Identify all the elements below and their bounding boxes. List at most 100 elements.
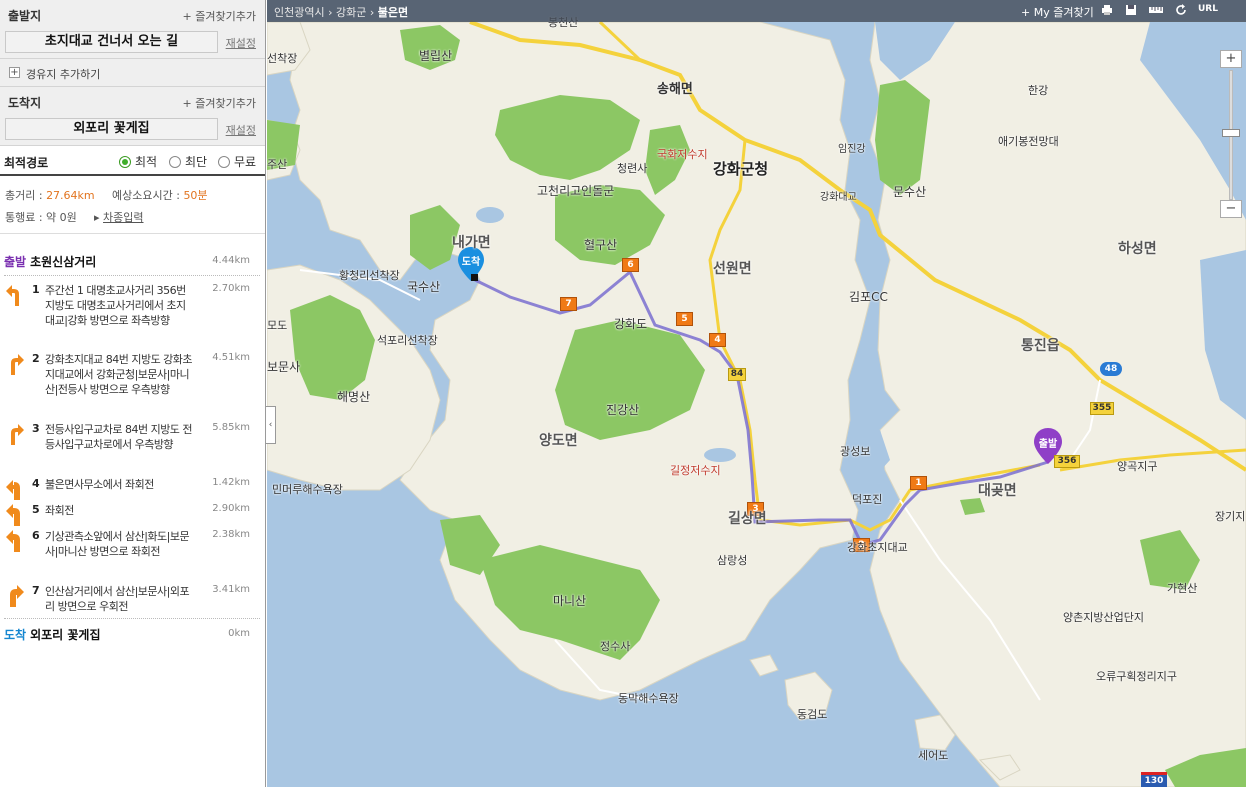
breadcrumb: 인천광역시 › 강화군 › 불은면 — [274, 6, 409, 19]
options-title: 최적경로 — [4, 156, 49, 170]
keep-left-icon — [6, 285, 19, 306]
step-text: 기상관측소앞에서 삼산|화도|보문사|마니산 방면으로 좌회전 — [45, 530, 190, 558]
place-label-jingangsan: 진강산 — [606, 403, 640, 417]
place-label-gukhwa: 국화저수지 — [657, 148, 708, 161]
car-type-link[interactable]: ▸ 차종입력 — [94, 209, 144, 225]
save-icon[interactable] — [1125, 4, 1137, 18]
place-label-gahyeon: 가현산 — [1167, 582, 1198, 595]
start-km: 4.44km — [212, 255, 250, 266]
place-label-munsusan: 문수산 — [893, 185, 927, 199]
zoom-out-button[interactable]: − — [1220, 200, 1242, 218]
route-step-flag[interactable]: 6 — [622, 258, 639, 272]
road-shield-130: 130 — [1141, 772, 1167, 787]
step-km: 5.85km — [212, 422, 250, 433]
turn-left-icon — [6, 530, 20, 552]
url-icon[interactable]: URL — [1198, 4, 1218, 18]
option-optimal-label: 최적 — [135, 155, 158, 169]
step-number: 5 — [32, 503, 40, 516]
place-label-yanggok: 양곡지구 — [1117, 460, 1158, 473]
step-text: 인산삼거리에서 삼산|보문사|외포리 방면으로 우회전 — [45, 585, 190, 613]
route-step-flag[interactable]: 1 — [910, 476, 927, 490]
place-label-goindol: 고천리고인돌군 — [537, 184, 615, 198]
zoom-slider[interactable] — [1222, 129, 1240, 137]
crumb-gun[interactable]: 강화군 — [336, 6, 366, 19]
place-label-janggi: 장기지 — [1215, 510, 1246, 523]
end-reset-link[interactable]: 재설정 — [226, 122, 256, 138]
crumb-current[interactable]: 불은면 — [378, 6, 408, 19]
plus-icon[interactable]: + — [9, 67, 20, 78]
place-label-gilsangjeo: 길정저수지 — [670, 464, 721, 477]
my-favorites-button[interactable]: + My 즐겨찾기 — [1021, 4, 1094, 20]
map-canvas[interactable]: 1234567 도착 출발 84 355 356 48 130 봉천산 별립산 선착… — [267, 0, 1246, 787]
toll-info: 통행료 : 약 0원 — [5, 211, 77, 224]
print-icon[interactable] — [1101, 4, 1113, 18]
distance-info: 총거리 : 27.64km — [5, 187, 95, 203]
place-label-hangang: 한강 — [1028, 84, 1049, 97]
place-label-cheongryeonsa: 청련사 — [617, 162, 648, 175]
end-section: 도착지 + 즐겨찾기추가 외포리 꽃게집 재설정 — [0, 87, 265, 146]
end-marker-label: 도착 — [461, 257, 481, 268]
route-panel: 출발지 + 즐겨찾기추가 초지대교 건너서 오는 길 재설정 + 경유지 추가하… — [0, 0, 266, 787]
end-fav-button[interactable]: + 즐겨찾기추가 — [183, 95, 256, 111]
place-label-dongmak: 동막해수욕장 — [618, 692, 679, 705]
refresh-icon[interactable] — [1175, 4, 1187, 18]
place-label-aegibong: 애기봉전망대 — [998, 135, 1059, 148]
ruler-icon[interactable] — [1149, 4, 1163, 18]
place-label-yangdo: 양도면 — [539, 433, 578, 449]
map-top-bar: 인천광역시 › 강화군 › 불은면 + My 즐겨찾기 URL — [267, 0, 1246, 22]
place-label-seokpo: 석포리선착장 — [377, 334, 438, 347]
zoom-in-button[interactable]: + — [1220, 50, 1242, 68]
place-label-haemyeong: 해명산 — [337, 390, 371, 404]
map-app: 출발지 + 즐겨찾기추가 초지대교 건너서 오는 길 재설정 + 경유지 추가하… — [0, 0, 1246, 787]
distance-value: 27.64km — [46, 189, 95, 202]
place-label-bomunsa: 보문사 — [267, 360, 301, 374]
end-marker[interactable]: 도착 — [458, 247, 484, 281]
route-step-flag[interactable]: 7 — [560, 297, 577, 311]
start-input[interactable]: 초지대교 건너서 오는 길 — [5, 31, 218, 53]
end-input[interactable]: 외포리 꽃게집 — [5, 118, 218, 140]
end-point — [471, 274, 478, 281]
add-waypoint-link[interactable]: 경유지 추가하기 — [26, 66, 100, 82]
time-info: 예상소요시간 : 50분 — [112, 187, 208, 203]
route-step-flag[interactable]: 5 — [676, 312, 693, 326]
place-label-byeolripsan: 별립산 — [419, 49, 453, 63]
step-number: 6 — [32, 529, 40, 542]
route-step-flag[interactable]: 4 — [709, 333, 726, 347]
step-text: 주간선 1 대명초교사거리 356번 지방도 대명초교사거리에서 초지대교|강화… — [45, 284, 186, 327]
place-label-yangchon: 양촌지방산업단지 — [1063, 611, 1144, 624]
route-start[interactable]: 출발 초원신삼거리 4.44km — [4, 253, 262, 270]
crumb-sido[interactable]: 인천광역시 — [274, 6, 325, 19]
place-label-hyeolgusan: 혈구산 — [584, 238, 618, 252]
time-label: 예상소요시간 : — [112, 189, 180, 202]
route-end[interactable]: 도착 외포리 꽃게집 0km — [4, 626, 262, 643]
place-label-minmeoru: 민머루해수욕장 — [272, 483, 343, 496]
option-optimal-radio[interactable]: 최적 — [119, 153, 157, 170]
place-label-gimpocc: 김포CC — [849, 290, 888, 304]
start-fav-label: 즐겨찾기추가 — [195, 10, 256, 23]
option-free-radio[interactable]: 무료 — [218, 153, 256, 170]
zoom-control: + − — [1220, 50, 1242, 220]
place-label-ganghwado: 강화도 — [614, 317, 648, 331]
step-text: 불은면사무소에서 좌회전 — [45, 478, 154, 491]
road-shield-48: 48 — [1100, 362, 1122, 376]
step-text: 전등사입구교차로 84번 지방도 전등사입구교차로에서 우측방향 — [45, 423, 193, 451]
panel-collapse-button[interactable]: ‹ — [266, 406, 276, 444]
step-number: 4 — [32, 477, 40, 490]
place-label-gwangseongbo: 광성보 — [840, 445, 871, 458]
start-fav-button[interactable]: + 즐겨찾기추가 — [183, 8, 256, 24]
start-reset-link[interactable]: 재설정 — [226, 35, 256, 51]
end-fav-label: 즐겨찾기추가 — [195, 97, 256, 110]
end-title: 도착지 — [8, 96, 42, 110]
place-label-gilsang: 길상면 — [728, 511, 767, 527]
end-km: 0km — [228, 628, 250, 639]
start-marker-label: 출발 — [1038, 439, 1058, 450]
start-section: 출발지 + 즐겨찾기추가 초지대교 건너서 오는 길 재설정 + 경유지 추가하… — [0, 0, 265, 87]
road-shield-355: 355 — [1090, 402, 1114, 415]
road-shield-84: 84 — [728, 368, 746, 381]
place-label-samrang: 삼랑성 — [717, 554, 748, 567]
place-label-ganghwagun: 강화군청 — [713, 160, 769, 178]
option-shortest-radio[interactable]: 최단 — [169, 153, 207, 170]
place-label-gangwhadaegyo: 강화대교 — [820, 192, 857, 203]
place-label-modo: 모도 — [267, 319, 288, 332]
place-label-ipjingang: 임진강 — [838, 144, 866, 155]
